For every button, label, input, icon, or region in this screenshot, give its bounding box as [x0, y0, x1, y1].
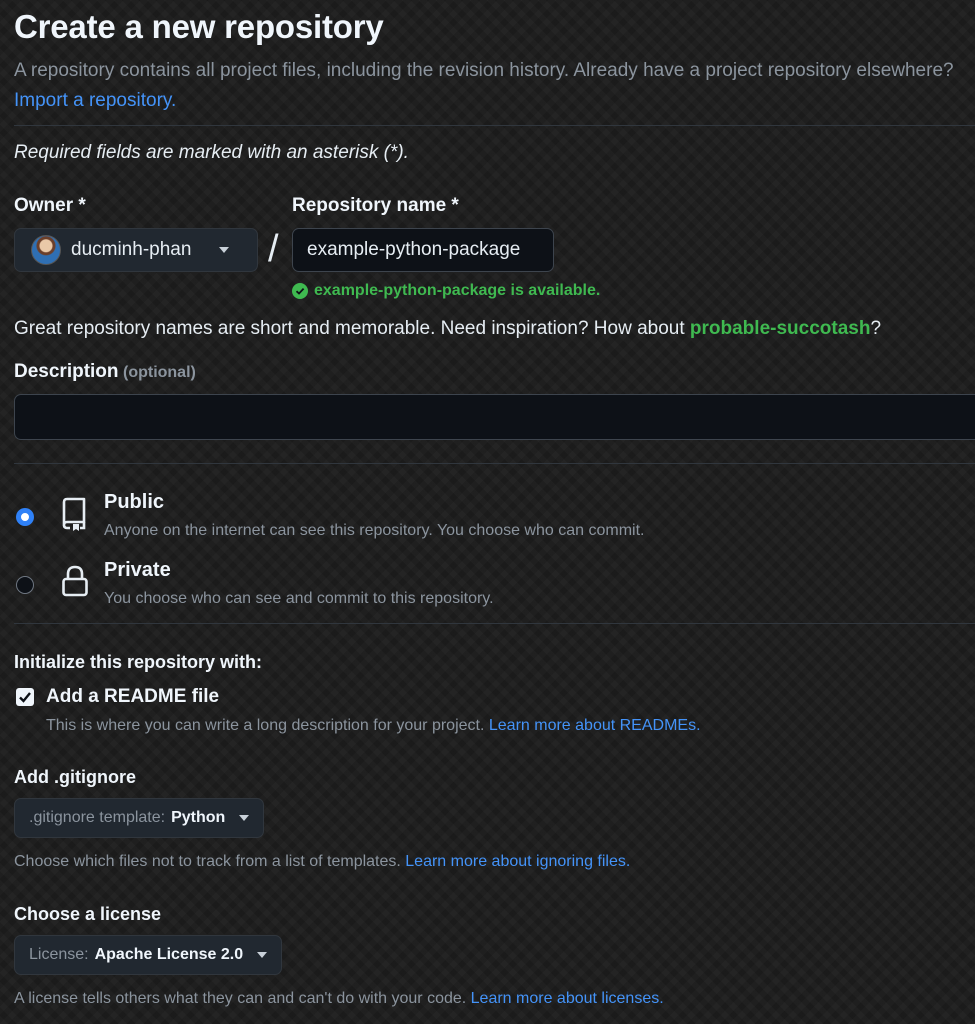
- readme-help: This is where you can write a long descr…: [46, 717, 701, 735]
- public-option-desc: Anyone on the internet can see this repo…: [104, 522, 645, 539]
- readme-label[interactable]: Add a README file: [46, 686, 219, 708]
- import-repository-link[interactable]: Import a repository.: [14, 90, 176, 111]
- gitignore-select-value: Python: [171, 809, 226, 826]
- license-help: A license tells others what they can and…: [14, 990, 664, 1008]
- learn-more-readmes-link[interactable]: Learn more about READMEs.: [489, 717, 701, 734]
- page-subtitle: A repository contains all project files,…: [14, 56, 964, 116]
- learn-more-ignoring-files-link[interactable]: Learn more about ignoring files.: [405, 853, 630, 870]
- page-title: Create a new repository: [14, 8, 384, 45]
- repository-name-input[interactable]: [292, 228, 554, 272]
- create-repository-page: Create a new repository A repository con…: [0, 0, 975, 1024]
- divider: [14, 125, 975, 126]
- initialize-title: Initialize this repository with:: [14, 652, 263, 672]
- suggested-name-link[interactable]: probable-succotash: [690, 318, 871, 339]
- repository-name-label: Repository name *: [292, 195, 459, 216]
- gitignore-template-dropdown[interactable]: .gitignore template: Python: [14, 798, 265, 838]
- license-dropdown[interactable]: License: Apache License 2.0: [14, 935, 283, 975]
- description-label-row: Description (optional): [14, 361, 196, 383]
- optional-tag: (optional): [122, 364, 196, 381]
- readme-checkbox[interactable]: [16, 688, 34, 706]
- check-circle-icon: [292, 283, 308, 299]
- license-select-value: Apache License 2.0: [94, 946, 244, 963]
- repo-icon: [58, 496, 90, 537]
- description-input[interactable]: [14, 394, 975, 440]
- license-help-text: A license tells others what they can and…: [14, 990, 467, 1007]
- subtitle-text: A repository contains all project files,…: [14, 60, 954, 81]
- gitignore-help: Choose which files not to track from a l…: [14, 853, 630, 871]
- availability-text: example-python-package is available.: [314, 282, 601, 299]
- owner-dropdown[interactable]: ducminh-phan: [14, 228, 258, 272]
- gitignore-select-prefix: .gitignore template:: [29, 809, 166, 826]
- chevron-down-icon: [219, 247, 230, 253]
- suggestion-text: Great repository names are short and mem…: [14, 318, 685, 339]
- private-option-title: Private: [104, 559, 171, 581]
- learn-more-licenses-link[interactable]: Learn more about licenses.: [471, 990, 664, 1007]
- owner-label: Owner *: [14, 195, 86, 216]
- gitignore-title: Add .gitignore: [14, 767, 136, 787]
- chevron-down-icon: [239, 815, 250, 821]
- avatar: [31, 235, 61, 265]
- gitignore-help-text: Choose which files not to track from a l…: [14, 853, 401, 870]
- public-radio[interactable]: [16, 508, 34, 526]
- divider: [14, 623, 975, 624]
- license-title: Choose a license: [14, 904, 162, 924]
- private-radio[interactable]: [16, 576, 34, 594]
- name-suggestion: Great repository names are short and mem…: [14, 318, 881, 340]
- lock-icon: [60, 564, 90, 603]
- owner-name: ducminh-phan: [71, 239, 192, 260]
- suggestion-suffix: ?: [870, 318, 882, 339]
- checkmark-icon: [19, 692, 31, 703]
- license-select-prefix: License:: [29, 946, 89, 963]
- description-label: Description: [14, 361, 119, 382]
- public-option-title: Public: [104, 491, 165, 513]
- availability-message: example-python-package is available.: [292, 282, 600, 300]
- private-option-desc: You choose who can see and commit to thi…: [104, 590, 494, 607]
- chevron-down-icon: [257, 952, 268, 958]
- owner-repo-separator: /: [268, 228, 279, 270]
- readme-help-text: This is where you can write a long descr…: [46, 717, 485, 734]
- divider: [14, 463, 975, 464]
- required-fields-note: Required fields are marked with an aster…: [14, 142, 409, 163]
